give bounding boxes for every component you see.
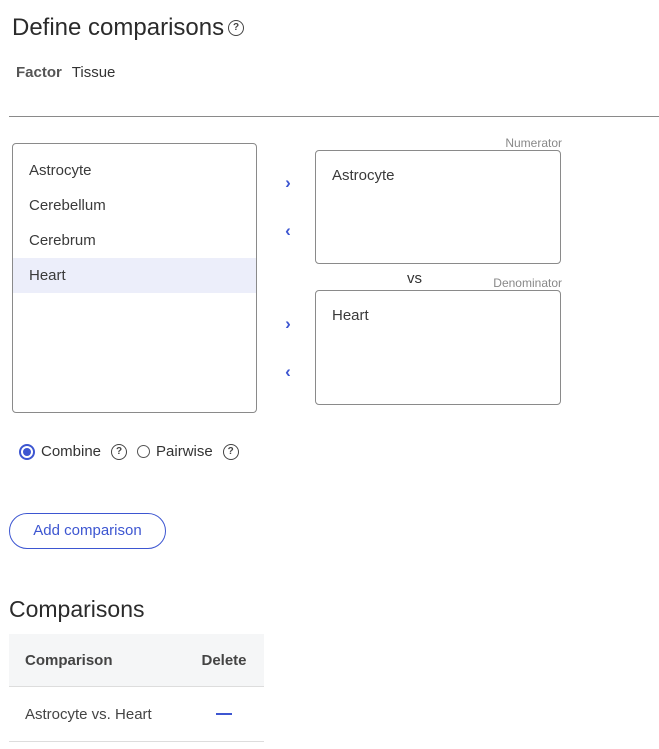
pairwise-radio[interactable] <box>137 445 151 458</box>
column-header-delete: Delete <box>201 651 247 669</box>
chevron-right-icon[interactable]: › <box>278 314 298 334</box>
table-header: Comparison Delete <box>9 634 264 687</box>
chevron-right-icon[interactable]: › <box>278 173 298 193</box>
level-listbox[interactable]: Astrocyte Cerebellum Cerebrum Heart <box>12 143 257 413</box>
delete-cell <box>184 713 264 715</box>
pairwise-label[interactable]: Pairwise <box>156 443 213 460</box>
denominator-box[interactable]: Heart <box>315 290 561 405</box>
numerator-caption: Numerator <box>505 136 562 150</box>
page-title: Define comparisons ? <box>12 14 245 42</box>
factor-row: Factor Tissue <box>16 64 115 81</box>
factor-value: Tissue <box>71 64 116 81</box>
list-item-cerebrum[interactable]: Cerebrum <box>13 223 256 258</box>
list-item-heart[interactable]: Heart <box>13 258 256 293</box>
minus-icon[interactable] <box>216 713 232 715</box>
comparisons-table: Comparison Delete Astrocyte vs. Heart <box>9 634 264 742</box>
denominator-value: Heart <box>332 307 369 324</box>
numerator-box[interactable]: Astrocyte <box>315 150 561 264</box>
denominator-caption: Denominator <box>493 276 562 290</box>
help-icon[interactable]: ? <box>228 20 245 36</box>
mode-radio-group: Combine ? Pairwise ? <box>19 443 249 460</box>
add-comparison-button[interactable]: Add comparison <box>9 513 166 549</box>
factor-label: Factor <box>16 64 62 81</box>
chevron-left-icon[interactable]: ‹ <box>278 221 298 241</box>
page-title-text: Define comparisons <box>12 14 225 41</box>
table-row: Astrocyte vs. Heart <box>9 687 264 742</box>
chevron-left-icon[interactable]: ‹ <box>278 362 298 382</box>
column-header-comparison: Comparison <box>25 651 113 669</box>
vs-label: vs <box>407 270 422 287</box>
list-item-cerebellum[interactable]: Cerebellum <box>13 188 256 223</box>
divider <box>9 116 659 117</box>
combine-radio[interactable] <box>19 443 35 460</box>
help-icon[interactable]: ? <box>222 443 239 460</box>
list-item-astrocyte[interactable]: Astrocyte <box>13 153 256 188</box>
combine-label[interactable]: Combine <box>41 443 101 460</box>
comparisons-title: Comparisons <box>9 596 145 622</box>
comparison-cell: Astrocyte vs. Heart <box>25 705 152 723</box>
numerator-value: Astrocyte <box>332 167 395 184</box>
help-icon[interactable]: ? <box>111 443 128 460</box>
